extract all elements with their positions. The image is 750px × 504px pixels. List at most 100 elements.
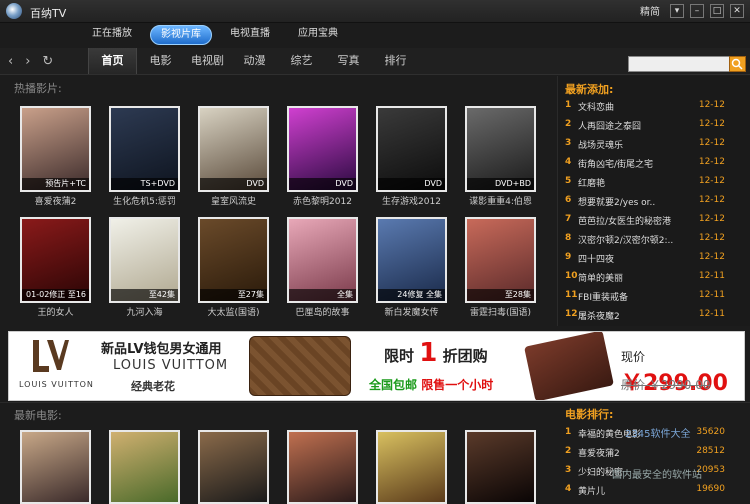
ad-banner[interactable]: LOUIS VUITTON 新品LV钱包男女通用 LOUIS VUITTOM 经… [8,331,745,401]
latest-row[interactable]: 7 芭芭拉/女医生的秘密港 12-12 [565,210,725,229]
movie-title[interactable]: 大太监(国语) [198,305,269,318]
movie-item[interactable] [20,430,91,504]
latest-row[interactable]: 4 街角凶宅/街尾之宅 12-12 [565,153,725,172]
movie-item[interactable]: 全集 巴厘岛的故事 [287,217,358,318]
movie-poster[interactable] [376,430,447,504]
movie-poster[interactable] [287,430,358,504]
movie-title[interactable]: 雷霆扫毒(国语) [465,305,536,318]
movie-item[interactable] [465,430,536,504]
latest-row[interactable]: 6 想要就要2/yes or.. 12-12 [565,191,725,210]
movie-title[interactable]: 谍影重重4:伯恩 [465,194,536,207]
movie-poster[interactable] [198,430,269,504]
tab-tv-live[interactable]: 电视直播 [220,25,280,43]
latest-row[interactable]: 5 红磨艳 12-12 [565,172,725,191]
category-anime[interactable]: 动漫 [231,48,278,74]
back-icon[interactable]: ‹ [8,54,13,69]
row-title[interactable]: 红磨艳 [578,176,693,189]
movie-poster[interactable]: 01-02修正 至16 [20,217,91,303]
movie-item[interactable]: 01-02修正 至16 王的女人 [20,217,91,318]
movie-title[interactable]: 生存游戏2012 [376,194,447,207]
menu-icon[interactable]: ▾ [670,3,684,18]
latest-row[interactable]: 10 简单的美丽 12-11 [565,267,725,286]
movie-poster[interactable]: 至28集 [465,217,536,303]
category-tv-series[interactable]: 电视剧 [184,48,231,74]
movie-item[interactable]: DVD+BD 谍影重重4:伯恩 [465,106,536,207]
movie-item[interactable]: 至28集雷霆扫毒(国语) [465,217,536,318]
row-title[interactable]: 街角凶宅/街尾之宅 [578,157,693,170]
row-number: 1 [565,100,572,110]
movie-title[interactable]: 喜爱夜蒲2 [20,194,91,207]
movie-poster[interactable]: 全集 [287,217,358,303]
latest-row[interactable]: 9 四十四夜 12-12 [565,248,725,267]
category-photo[interactable]: 写真 [325,48,372,74]
category-ranking[interactable]: 排行 [372,48,419,74]
ranking-row[interactable]: 2 喜爱夜蒲2 28512 [565,442,725,461]
row-title[interactable]: 简单的美丽 [578,271,693,284]
movie-title[interactable]: 王的女人 [20,305,91,318]
row-title[interactable]: 战场灵魂乐 [578,138,693,151]
movie-poster[interactable]: DVD [287,106,358,192]
ranking-row[interactable]: 4 黄片儿 19690 [565,480,725,499]
movie-item[interactable] [287,430,358,504]
movie-item[interactable]: 预告片+TC 喜爱夜蒲2 [20,106,91,207]
category-movie[interactable]: 电影 [137,48,184,74]
movie-title[interactable]: 新白发魔女传 [376,305,447,318]
movie-item[interactable] [376,430,447,504]
row-title[interactable]: 四十四夜 [578,252,693,265]
forward-icon[interactable]: › [25,54,30,69]
movie-poster[interactable] [465,430,536,504]
latest-row[interactable]: 1 文科恋曲 12-12 [565,96,725,115]
movie-item[interactable]: DVD 赤色黎明2012 [287,106,358,207]
movie-item[interactable]: DVD 皇室风流史 [198,106,269,207]
movie-item[interactable] [109,430,180,504]
latest-row[interactable]: 8 汉密尔顿2/汉密尔顿2:.. 12-12 [565,229,725,248]
movie-poster[interactable]: TS+DVD [109,106,180,192]
row-title[interactable]: FBI重装戒备 [578,290,693,303]
row-title[interactable]: 人再囧途之泰囧 [578,119,693,132]
movie-item[interactable]: 24修复 全集新白发魔女传 [376,217,447,318]
latest-row[interactable]: 2 人再囧途之泰囧 12-12 [565,115,725,134]
search-input[interactable] [628,56,730,72]
movie-item[interactable]: TS+DVD 生化危机5:惩罚 [109,106,180,207]
movie-poster[interactable]: DVD+BD [465,106,536,192]
movie-title[interactable]: 皇室风流史 [198,194,269,207]
movie-poster[interactable]: DVD [198,106,269,192]
movie-poster[interactable]: 24修复 全集 [376,217,447,303]
row-title[interactable]: 想要就要2/yes or.. [578,195,693,208]
movie-poster[interactable] [20,430,91,504]
movie-item[interactable] [198,430,269,504]
movie-item[interactable]: 至27集大太监(国语) [198,217,269,318]
movie-title[interactable]: 赤色黎明2012 [287,194,358,207]
tab-video-library[interactable]: 影视片库 [150,25,212,45]
movie-title[interactable]: 九河入海 [109,305,180,318]
compact-mode-button[interactable]: 精简 [640,3,660,18]
category-home[interactable]: 首页 [88,48,137,74]
latest-row[interactable]: 11 FBI重装戒备 12-11 [565,286,725,305]
maximize-icon[interactable]: □ [710,3,724,18]
latest-row[interactable]: 3 战场灵魂乐 12-12 [565,134,725,153]
movie-poster[interactable]: 至42集 [109,217,180,303]
refresh-icon[interactable]: ↻ [42,54,53,69]
movie-poster[interactable] [109,430,180,504]
movie-item[interactable]: 至42集九河入海 [109,217,180,318]
row-title[interactable]: 喜爱夜蒲2 [578,446,693,459]
row-title[interactable]: 芭芭拉/女医生的秘密港 [578,214,693,227]
tab-app-store[interactable]: 应用宝典 [288,25,348,43]
row-title[interactable]: 黄片儿 [578,484,693,497]
row-title[interactable]: 屠杀夜魔2 [578,309,693,322]
movie-title[interactable]: 生化危机5:惩罚 [109,194,180,207]
movie-poster[interactable]: 至27集 [198,217,269,303]
search-button[interactable] [729,56,746,72]
movie-poster[interactable]: DVD [376,106,447,192]
category-variety[interactable]: 综艺 [278,48,325,74]
close-icon[interactable]: ✕ [730,3,744,18]
row-title[interactable]: 文科恋曲 [578,100,693,113]
row-title[interactable]: 汉密尔顿2/汉密尔顿2:.. [578,233,693,246]
tab-now-playing[interactable]: 正在播放 [82,25,142,43]
movie-item[interactable]: DVD 生存游戏2012 [376,106,447,207]
row-date: 12-11 [698,309,725,319]
minimize-icon[interactable]: – [690,3,704,18]
movie-poster[interactable]: 预告片+TC [20,106,91,192]
latest-row[interactable]: 12 屠杀夜魔2 12-11 [565,305,725,324]
movie-title[interactable]: 巴厘岛的故事 [287,305,358,318]
